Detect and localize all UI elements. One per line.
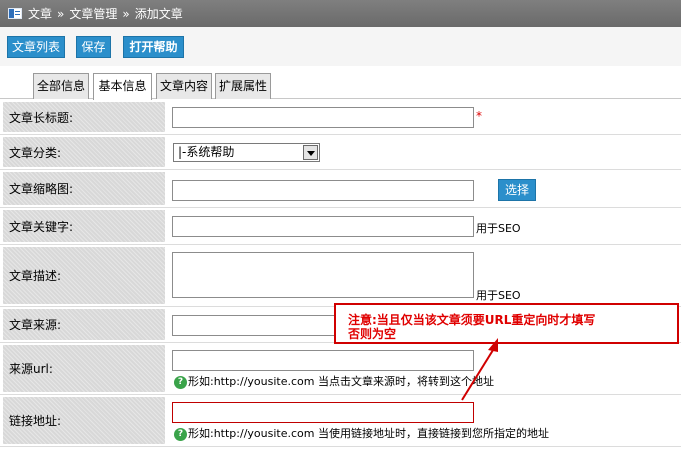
seo-hint: 用于SEO <box>476 222 521 235</box>
help-icon: ? <box>174 427 187 441</box>
annotation-line-2: 否则为空 <box>348 327 397 341</box>
form-row-source-url: 来源url: ? 形如:http://yousite.com 当点击文章来源时，将… <box>0 343 681 395</box>
source-url-input[interactable] <box>172 350 474 371</box>
annotation-note: 注意:当且仅当该文章须要URL重定向时才填写 否则为空 <box>334 303 679 344</box>
article-list-button[interactable]: 文章列表 <box>7 36 65 58</box>
tab-bar: 全部信息 基本信息 文章内容 扩展属性 <box>0 66 681 100</box>
toolbar: 文章列表 保存 打开帮助 <box>0 27 681 66</box>
field-label: 文章描述: <box>3 247 165 304</box>
field-label: 文章关键字: <box>3 210 165 242</box>
keywords-input[interactable] <box>172 216 474 237</box>
field-label: 链接地址: <box>3 397 165 444</box>
field-label: 文章缩略图: <box>3 172 165 205</box>
seo-hint: 用于SEO <box>476 289 521 302</box>
tab-basic-info[interactable]: 基本信息 <box>93 73 152 100</box>
form-row-description: 文章描述: 用于SEO <box>0 245 681 307</box>
field-label: 文章分类: <box>3 137 165 167</box>
breadcrumb-item: 文章管理 <box>69 7 118 21</box>
category-select[interactable]: |-系统帮助 <box>173 143 320 162</box>
breadcrumb-item: 添加文章 <box>134 7 183 21</box>
form-row-category: 文章分类: |-系统帮助 <box>0 135 681 170</box>
form-row-title: 文章长标题: * <box>0 100 681 135</box>
breadcrumb-item: 文章 <box>28 7 53 21</box>
title-bar: 文章 » 文章管理 » 添加文章 <box>0 0 681 27</box>
link-url-input[interactable] <box>172 402 474 423</box>
field-label: 来源url: <box>3 345 165 392</box>
required-marker: * <box>476 109 482 123</box>
annotation-line-1: 注意:当且仅当该文章须要URL重定向时才填写 <box>348 313 596 327</box>
select-thumbnail-button[interactable]: 选择 <box>498 179 536 201</box>
form-row-thumbnail: 文章缩略图: 选择 <box>0 170 681 208</box>
form-row-keywords: 文章关键字: 用于SEO <box>0 208 681 245</box>
save-button[interactable]: 保存 <box>76 36 111 58</box>
breadcrumb-separator: » <box>122 6 130 21</box>
window-icon <box>8 8 22 19</box>
open-help-button[interactable]: 打开帮助 <box>123 36 184 58</box>
thumbnail-input[interactable] <box>172 180 474 201</box>
tab-article-content[interactable]: 文章内容 <box>156 73 212 99</box>
source-url-hint-text: 形如:http://yousite.com 当点击文章来源时，将转到这个地址 <box>188 375 494 388</box>
source-url-hint: ? 形如:http://yousite.com 当点击文章来源时，将转到这个地址 <box>174 373 494 389</box>
link-url-hint: ? 形如:http://yousite.com 当使用链接地址时，直接链接到您所指… <box>174 425 549 441</box>
form-row-link: 链接地址: ? 形如:http://yousite.com 当使用链接地址时，直接… <box>0 395 681 447</box>
description-textarea[interactable] <box>172 252 474 298</box>
tab-extended-attributes[interactable]: 扩展属性 <box>215 73 271 99</box>
category-selected-value: |-系统帮助 <box>178 145 235 159</box>
chevron-down-icon[interactable] <box>303 145 318 160</box>
link-url-hint-text: 形如:http://yousite.com 当使用链接地址时，直接链接到您所指定… <box>188 427 549 440</box>
help-icon: ? <box>174 375 187 389</box>
breadcrumb-separator: » <box>57 6 65 21</box>
title-input[interactable] <box>172 107 474 128</box>
tab-all-info[interactable]: 全部信息 <box>33 73 89 99</box>
field-label: 文章长标题: <box>3 102 165 132</box>
field-label: 文章来源: <box>3 309 165 340</box>
